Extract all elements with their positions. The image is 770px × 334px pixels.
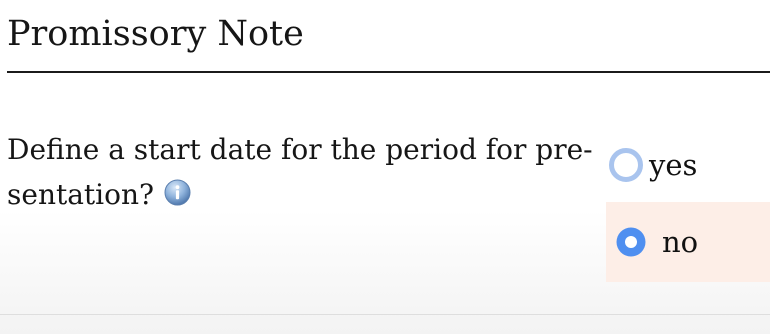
option-yes-label: yes: [649, 148, 698, 182]
radio-no[interactable]: [614, 225, 648, 259]
option-yes[interactable]: yes: [606, 130, 770, 200]
option-no-label: no: [662, 225, 699, 259]
info-icon[interactable]: [164, 174, 191, 206]
question-line-1: Define a start date for the period for p…: [7, 133, 593, 166]
option-no[interactable]: no: [606, 202, 770, 282]
question-line-2: sentation?: [7, 178, 155, 211]
page-title: Promissory Note: [7, 14, 304, 54]
radio-yes[interactable]: [609, 148, 643, 182]
title-divider: [7, 71, 770, 73]
question-text: Define a start date for the period for p…: [7, 127, 597, 217]
section-bottom-border: [0, 314, 770, 315]
yes-no-radio-group: yes no: [606, 130, 770, 282]
promissory-note-form: Promissory Note Define a start date for …: [0, 0, 770, 334]
